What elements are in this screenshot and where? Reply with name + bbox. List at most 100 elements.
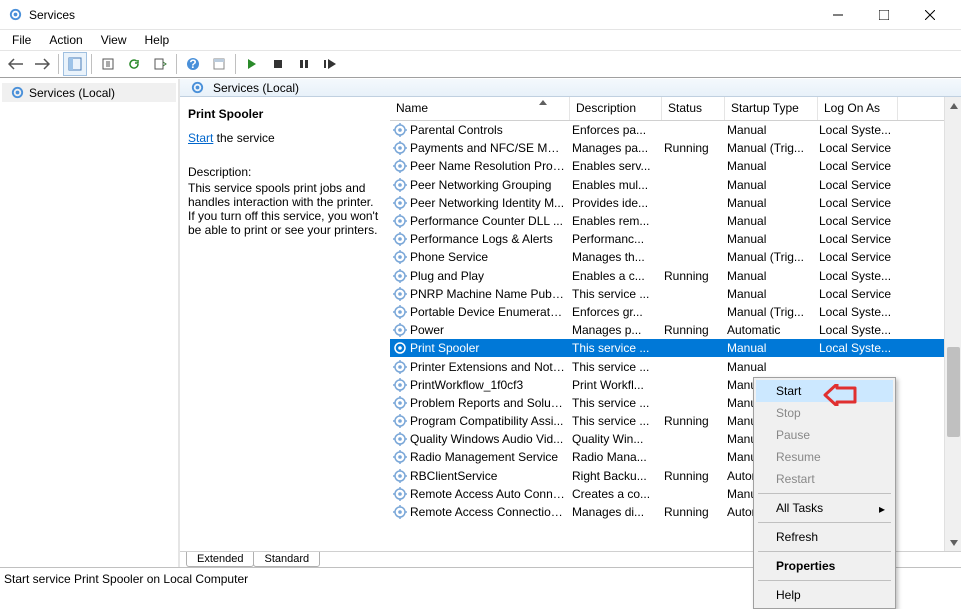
cell-logon: Local Service: [819, 196, 901, 210]
table-row[interactable]: Phone ServiceManages th...Manual (Trig..…: [390, 248, 961, 266]
title-bar: Services: [0, 0, 961, 30]
gear-icon: [392, 158, 408, 174]
cell-logon: Local Syste...: [819, 269, 901, 283]
cell-logon: Local Service: [819, 287, 901, 301]
export-list-button[interactable]: [148, 52, 172, 76]
cell-status: Running: [664, 469, 727, 483]
context-properties[interactable]: Properties: [756, 555, 893, 577]
cell-description: Enforces gr...: [572, 305, 664, 319]
tab-extended[interactable]: Extended: [186, 552, 254, 567]
column-name[interactable]: Name: [390, 97, 570, 120]
cell-description: This service ...: [572, 287, 664, 301]
selected-service-name: Print Spooler: [188, 107, 382, 121]
vertical-scrollbar[interactable]: [944, 97, 961, 551]
scroll-down-icon[interactable]: [945, 534, 961, 551]
start-link[interactable]: Start: [188, 131, 213, 145]
cell-startup: Manual: [727, 178, 819, 192]
menu-help[interactable]: Help: [137, 31, 178, 49]
forward-button[interactable]: [30, 52, 54, 76]
scroll-up-icon[interactable]: [945, 97, 961, 114]
gear-icon: [392, 504, 408, 520]
cell-logon: Local Service: [819, 159, 901, 173]
cell-description: Enables mul...: [572, 178, 664, 192]
cell-description: Right Backu...: [572, 469, 664, 483]
menu-action[interactable]: Action: [41, 31, 90, 49]
properties-button[interactable]: [207, 52, 231, 76]
tree-root-item[interactable]: Services (Local): [2, 83, 176, 102]
cell-description: Enables a c...: [572, 269, 664, 283]
close-button[interactable]: [907, 0, 953, 30]
cell-startup: Manual: [727, 159, 819, 173]
cell-name: Program Compatibility Assi...: [410, 414, 572, 428]
table-row[interactable]: Peer Networking GroupingEnables mul...Ma…: [390, 176, 961, 194]
maximize-button[interactable]: [861, 0, 907, 30]
cell-name: Peer Networking Identity M...: [410, 196, 572, 210]
cell-startup: Manual: [727, 360, 819, 374]
gear-icon: [392, 304, 408, 320]
cell-name: Phone Service: [410, 250, 572, 264]
context-pause: Pause: [756, 424, 893, 446]
table-row[interactable]: PNRP Machine Name Publi...This service .…: [390, 285, 961, 303]
cell-name: Portable Device Enumerator...: [410, 305, 572, 319]
context-separator: [758, 580, 891, 581]
table-row[interactable]: Portable Device Enumerator...Enforces gr…: [390, 303, 961, 321]
tab-standard[interactable]: Standard: [253, 552, 320, 567]
table-row[interactable]: Peer Name Resolution Prot...Enables serv…: [390, 157, 961, 175]
content-header: Services (Local): [180, 79, 961, 97]
cell-startup: Manual: [727, 196, 819, 210]
context-start[interactable]: Start: [756, 380, 893, 402]
table-row[interactable]: Plug and PlayEnables a c...RunningManual…: [390, 267, 961, 285]
table-row[interactable]: Performance Counter DLL ...Enables rem..…: [390, 212, 961, 230]
table-row[interactable]: Peer Networking Identity M...Provides id…: [390, 194, 961, 212]
cell-description: Manages pa...: [572, 141, 664, 155]
cell-logon: Local Syste...: [819, 305, 901, 319]
gear-icon: [392, 231, 408, 247]
menu-view[interactable]: View: [93, 31, 135, 49]
cell-name: Power: [410, 323, 572, 337]
gear-icon: [392, 249, 408, 265]
column-startup-type[interactable]: Startup Type: [725, 97, 818, 120]
pause-service-button[interactable]: [292, 52, 316, 76]
help-button[interactable]: ?: [181, 52, 205, 76]
restart-service-button[interactable]: [318, 52, 342, 76]
table-row[interactable]: Performance Logs & AlertsPerformanc...Ma…: [390, 230, 961, 248]
context-all-tasks[interactable]: All Tasks ▸: [756, 497, 893, 519]
window-title: Services: [29, 8, 815, 22]
export-button[interactable]: [96, 52, 120, 76]
gear-icon: [392, 486, 408, 502]
cell-logon: Local Syste...: [819, 341, 901, 355]
table-row[interactable]: Parental ControlsEnforces pa...ManualLoc…: [390, 121, 961, 139]
gear-icon: [392, 359, 408, 375]
column-description[interactable]: Description: [570, 97, 662, 120]
cell-name: Remote Access Auto Conne...: [410, 487, 572, 501]
scroll-thumb[interactable]: [947, 347, 960, 437]
cell-startup: Manual: [727, 341, 819, 355]
svg-text:?: ?: [189, 57, 196, 71]
column-status[interactable]: Status: [662, 97, 725, 120]
table-row[interactable]: PowerManages p...RunningAutomaticLocal S…: [390, 321, 961, 339]
cell-name: Plug and Play: [410, 269, 572, 283]
refresh-button[interactable]: [122, 52, 146, 76]
table-row[interactable]: Print SpoolerThis service ...ManualLocal…: [390, 339, 961, 357]
description-label: Description:: [188, 165, 382, 179]
gear-icon: [392, 322, 408, 338]
start-service-button[interactable]: [240, 52, 264, 76]
cell-name: RBClientService: [410, 469, 572, 483]
context-refresh[interactable]: Refresh: [756, 526, 893, 548]
show-hide-tree-button[interactable]: [63, 52, 87, 76]
back-button[interactable]: [4, 52, 28, 76]
stop-service-button[interactable]: [266, 52, 290, 76]
toolbar: ?: [0, 50, 961, 78]
menu-file[interactable]: File: [4, 31, 39, 49]
cell-description: Provides ide...: [572, 196, 664, 210]
table-row[interactable]: Payments and NFC/SE Man...Manages pa...R…: [390, 139, 961, 157]
gear-icon: [392, 177, 408, 193]
cell-status: Running: [664, 414, 727, 428]
cell-description: Manages p...: [572, 323, 664, 337]
minimize-button[interactable]: [815, 0, 861, 30]
column-log-on-as[interactable]: Log On As: [818, 97, 898, 120]
table-row[interactable]: Printer Extensions and Notif...This serv…: [390, 357, 961, 375]
context-resume: Resume: [756, 446, 893, 468]
context-stop: Stop: [756, 402, 893, 424]
cell-description: Radio Mana...: [572, 450, 664, 464]
